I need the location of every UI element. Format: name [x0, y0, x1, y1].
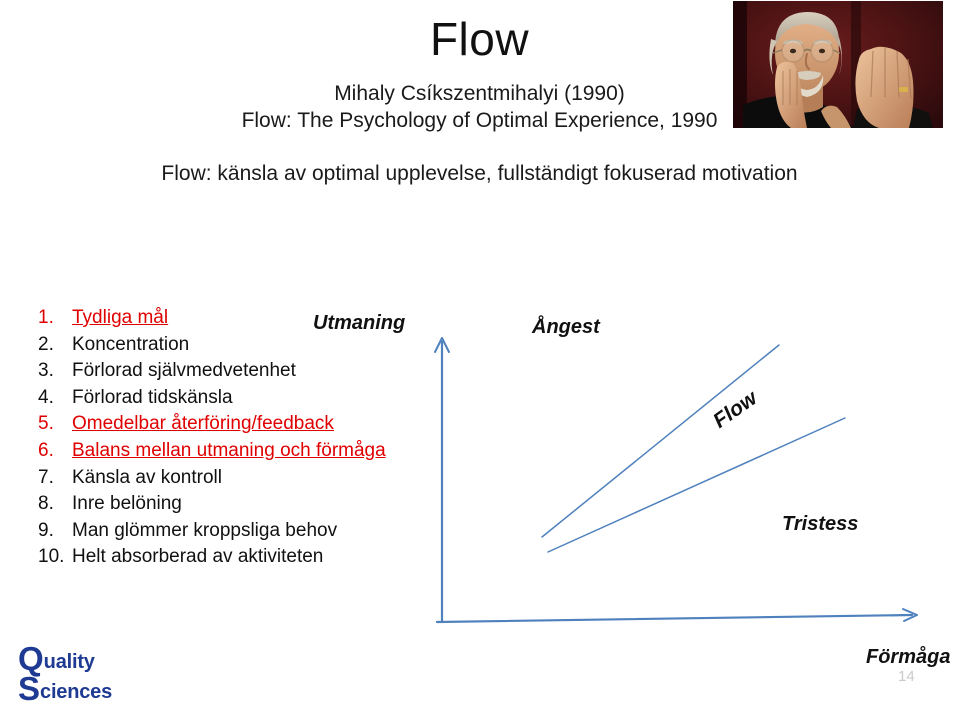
- logo-letter-s: S: [18, 670, 41, 707]
- x-axis-label: Förmåga: [866, 646, 951, 668]
- list-item-number: 5.: [38, 413, 54, 435]
- list-item-number: 1.: [38, 307, 54, 328]
- y-axis-label: Utmaning: [313, 312, 406, 334]
- list-item: 2. Koncentration: [38, 332, 438, 359]
- list-item: 8. Inre belöning: [38, 491, 438, 518]
- zone-label-angest: Ångest: [532, 316, 600, 338]
- list-item: 6. Balans mellan utmaning och förmåga: [38, 438, 438, 465]
- list-item-label: Inre belöning: [72, 493, 182, 515]
- list-item-label: Förlorad tidskänsla: [72, 386, 233, 408]
- list-item: 10. Helt absorberad av aktiviteten: [38, 544, 438, 571]
- page-number: 14: [898, 668, 915, 685]
- flow-channel-diagram: [420, 300, 959, 640]
- list-item-label: Koncentration: [72, 333, 190, 355]
- logo-line-quality: Q uality: [18, 640, 158, 677]
- list-item: 4. Förlorad tidskänsla: [38, 385, 438, 412]
- list-item: 5. Omedelbar återföring/feedback: [38, 411, 438, 438]
- list-item-label: Man glömmer kroppsliga behov: [72, 519, 338, 541]
- list-item-number: 4.: [38, 386, 54, 408]
- logo-word-sciences: ciences: [40, 681, 113, 703]
- quality-sciences-logo: Q uality S ciences: [18, 640, 158, 707]
- list-item-number: 8.: [38, 493, 54, 515]
- upper-boundary-line: [541, 344, 780, 538]
- list-item-number: 7.: [38, 466, 54, 488]
- zone-label-tristess: Tristess: [782, 513, 859, 535]
- list-item-number: 9.: [38, 519, 54, 541]
- logo-word-quality: uality: [43, 651, 95, 673]
- list-item-number: 10.: [38, 546, 65, 568]
- list-item-number: 3.: [38, 360, 54, 382]
- list-item-number: 2.: [38, 333, 54, 355]
- list-item: 9. Man glömmer kroppsliga behov: [38, 518, 438, 545]
- list-item-number: 6.: [38, 439, 54, 461]
- logo-line-sciences: S ciences: [18, 670, 158, 707]
- list-item-label: Tydliga mål: [72, 307, 169, 328]
- list-item-label: Förlorad självmedvetenhet: [72, 360, 296, 382]
- list-item: 3. Förlorad självmedvetenhet: [38, 358, 438, 385]
- list-item-label: Omedelbar återföring/feedback: [72, 413, 334, 435]
- flow-characteristics-list: 1. Tydliga mål 2. Koncentration 3. Förlo…: [38, 305, 438, 571]
- portrait-photo: [733, 1, 943, 128]
- logo-letter-q: Q: [18, 640, 44, 677]
- list-item-label: Helt absorberad av aktiviteten: [72, 546, 324, 568]
- list-item-label: Balans mellan utmaning och förmåga: [72, 439, 386, 461]
- list-item-label: Känsla av kontroll: [72, 466, 222, 488]
- tagline: Flow: känsla av optimal upplevelse, full…: [161, 162, 798, 185]
- slide-canvas: Flow Mihaly Csíkszentmihalyi (1990) Flow…: [0, 0, 959, 706]
- x-axis-line: [435, 613, 914, 624]
- list-item: 7. Känsla av kontroll: [38, 465, 438, 492]
